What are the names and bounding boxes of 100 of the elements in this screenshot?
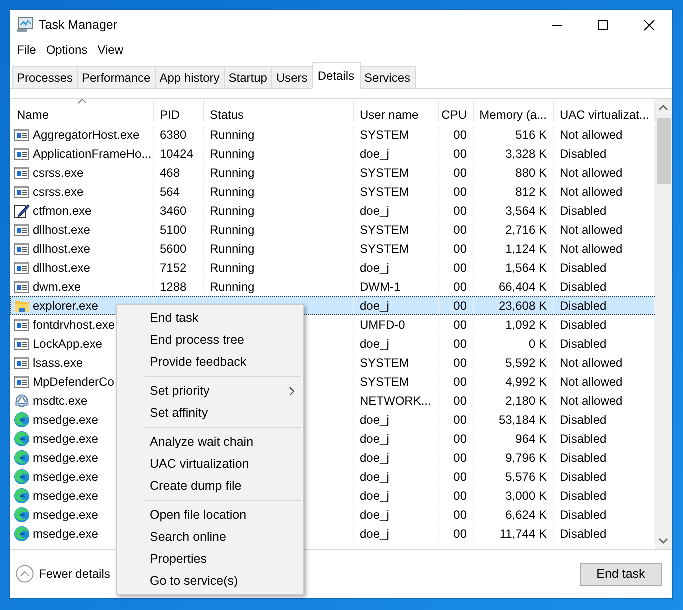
table-cell: Disabled bbox=[560, 412, 607, 426]
table-cell: Disabled bbox=[560, 298, 607, 312]
table-cell: Not allowed bbox=[560, 184, 623, 198]
tab[interactable]: Processes bbox=[12, 66, 78, 88]
window-icon bbox=[14, 126, 30, 142]
table-cell: doe_j bbox=[360, 488, 390, 502]
tab[interactable]: Performance bbox=[77, 66, 156, 88]
table-cell: Disabled bbox=[560, 336, 607, 350]
table-cell: Not allowed bbox=[560, 128, 623, 142]
tab[interactable]: App history bbox=[154, 66, 225, 88]
table-cell: dllhost.exe bbox=[33, 222, 90, 236]
table-cell: MpDefenderCo bbox=[33, 374, 114, 388]
table-cell: SYSTEM bbox=[360, 242, 410, 256]
tab[interactable]: Details bbox=[312, 62, 360, 89]
monitor-icon bbox=[16, 17, 34, 33]
column-header[interactable]: User name bbox=[354, 100, 439, 122]
table-cell: doe_j bbox=[360, 204, 390, 218]
table-cell: msedge.exe bbox=[33, 432, 98, 446]
table-cell: 00 bbox=[454, 412, 467, 426]
column-header[interactable]: CPU bbox=[439, 100, 474, 122]
browser-icon bbox=[14, 450, 30, 466]
table-cell: 00 bbox=[454, 260, 467, 274]
table-cell: 3,328 K bbox=[506, 146, 547, 160]
scrollbar-thumb[interactable] bbox=[656, 118, 670, 184]
window-icon bbox=[14, 222, 30, 238]
table-cell: dllhost.exe bbox=[33, 242, 90, 256]
table-cell: csrss.exe bbox=[33, 166, 84, 180]
table-cell: 812 K bbox=[516, 184, 547, 198]
tab[interactable]: Services bbox=[360, 66, 416, 88]
menu-item[interactable]: Search online bbox=[117, 526, 303, 548]
table-cell: LockApp.exe bbox=[33, 336, 102, 350]
tab[interactable]: Users bbox=[271, 66, 313, 88]
table-cell: Disabled bbox=[560, 280, 607, 294]
table-cell: 00 bbox=[454, 128, 467, 142]
table-cell: 5,576 K bbox=[506, 470, 547, 484]
table-cell: doe_j bbox=[360, 336, 390, 350]
menu-item[interactable]: Create dump file bbox=[117, 475, 303, 497]
browser-icon bbox=[14, 506, 30, 522]
table-cell: Disabled bbox=[560, 146, 607, 160]
tab[interactable]: Startup bbox=[224, 66, 272, 88]
menu-item[interactable]: Analyze wait chain bbox=[117, 431, 303, 453]
table-cell: ApplicationFrameHo... bbox=[33, 146, 152, 160]
fewer-details-link[interactable]: Fewer details bbox=[16, 565, 110, 583]
table-cell: 3,564 K bbox=[506, 204, 547, 218]
table-cell: doe_j bbox=[360, 432, 390, 446]
table-cell: 1,092 K bbox=[506, 318, 547, 332]
table-cell: 00 bbox=[454, 242, 467, 256]
table-cell: 5100 bbox=[160, 222, 187, 236]
table-cell: Disabled bbox=[560, 204, 607, 218]
table-cell: 00 bbox=[454, 450, 467, 464]
column-header[interactable]: PID bbox=[154, 100, 204, 122]
menu-item[interactable]: Go to service(s) bbox=[117, 570, 303, 592]
table-cell: ctfmon.exe bbox=[33, 204, 92, 218]
menu-item[interactable]: View bbox=[92, 43, 128, 57]
table-cell: 5,592 K bbox=[506, 356, 547, 370]
table-cell: 00 bbox=[454, 298, 467, 312]
menu-item[interactable]: Options bbox=[41, 43, 93, 57]
table-cell: 00 bbox=[454, 222, 467, 236]
browser-icon bbox=[14, 412, 30, 428]
table-cell: 0 K bbox=[528, 336, 547, 350]
table-cell: 00 bbox=[454, 374, 467, 388]
table-cell: Running bbox=[210, 128, 255, 142]
menu-item[interactable]: Set priority bbox=[117, 380, 303, 402]
collapse-icon bbox=[16, 565, 34, 583]
table-cell: 00 bbox=[454, 488, 467, 502]
table-cell: 00 bbox=[454, 526, 467, 540]
close-icon bbox=[644, 20, 654, 30]
table-cell: 10424 bbox=[160, 146, 194, 160]
table-cell: 3,000 K bbox=[506, 488, 547, 502]
table-cell: dwm.exe bbox=[33, 280, 82, 294]
menu-item[interactable]: Open file location bbox=[117, 504, 303, 526]
table-cell: 00 bbox=[454, 204, 467, 218]
table-cell: UMFD-0 bbox=[360, 318, 406, 332]
table-cell: 7152 bbox=[160, 260, 187, 274]
table-cell: 00 bbox=[454, 146, 467, 160]
table-cell: SYSTEM bbox=[360, 374, 410, 388]
column-header[interactable]: Name bbox=[11, 100, 154, 122]
table-cell: fontdrvhost.exe bbox=[33, 318, 116, 332]
menu-item[interactable]: File bbox=[12, 43, 42, 57]
menu-item[interactable]: Set affinity bbox=[117, 402, 303, 424]
table-cell: Running bbox=[210, 242, 255, 256]
column-header[interactable]: Status bbox=[204, 100, 354, 122]
window-icon bbox=[14, 260, 30, 276]
table-cell: msedge.exe bbox=[33, 412, 98, 426]
table-cell: Running bbox=[210, 166, 255, 180]
menu-item[interactable]: End process tree bbox=[117, 329, 303, 351]
table-cell: 11,744 K bbox=[500, 526, 547, 540]
end-task-button[interactable]: End task bbox=[580, 562, 662, 586]
table-cell: Disabled bbox=[560, 260, 607, 274]
table-cell: msedge.exe bbox=[33, 508, 98, 522]
column-header[interactable]: Memory (a... bbox=[474, 100, 554, 122]
table-cell: Disabled bbox=[560, 450, 607, 464]
menu-item[interactable]: UAC virtualization bbox=[117, 453, 303, 475]
menu-item[interactable]: Properties bbox=[117, 548, 303, 570]
table-cell: 516 K bbox=[516, 128, 547, 142]
window-title: Task Manager bbox=[39, 18, 119, 32]
table-cell: 6380 bbox=[160, 128, 187, 142]
table-cell: Not allowed bbox=[560, 242, 623, 256]
menu-item[interactable]: Provide feedback bbox=[117, 351, 303, 373]
table-cell: SYSTEM bbox=[360, 356, 410, 370]
